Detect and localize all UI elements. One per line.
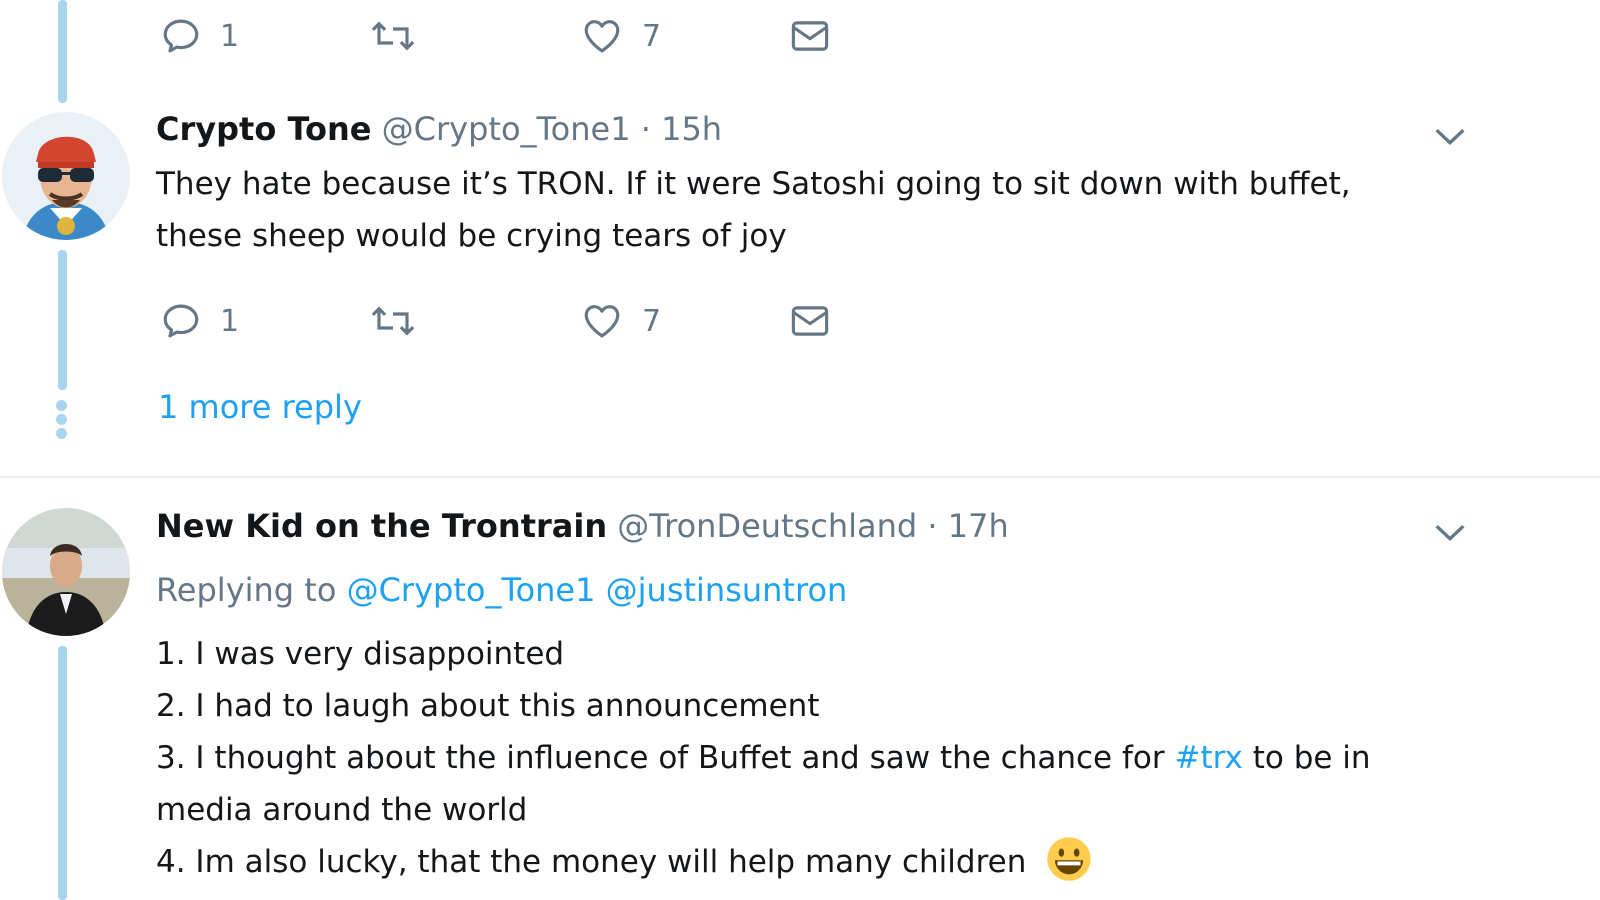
tweet-text-line: these sheep would be crying tears of joy	[156, 218, 787, 254]
replying-to-label: Replying to	[156, 571, 337, 609]
timestamp[interactable]: 15h	[661, 110, 722, 148]
like-count: 7	[642, 18, 662, 54]
hashtag-link[interactable]: #trx	[1174, 740, 1242, 776]
display-name[interactable]: New Kid on the Trontrain	[156, 507, 607, 545]
chevron-down-icon	[1435, 128, 1465, 145]
avatar-sunglasses-cap-icon	[2, 112, 130, 240]
reply-button[interactable]: 1	[160, 6, 239, 66]
like-count: 7	[642, 303, 662, 339]
grinning-face-emoji-icon	[1047, 837, 1091, 881]
retweet-button[interactable]	[370, 6, 416, 66]
avatar[interactable]	[2, 112, 130, 240]
text-segment: 3. I thought about the influence of Buff…	[156, 740, 1165, 776]
reply-button[interactable]: 1	[160, 291, 239, 351]
mention-link[interactable]: @justinsuntron	[606, 571, 848, 609]
more-replies-link[interactable]: 1 more reply	[158, 388, 362, 426]
tweet-text-line: media around the world	[156, 792, 528, 828]
heart-icon	[584, 20, 620, 53]
like-button[interactable]: 7	[580, 291, 661, 351]
tweet-header: New Kid on the Trontrain @TronDeutschlan…	[156, 507, 1009, 545]
tweet-text-line: 2. I had to laugh about this announcemen…	[156, 688, 820, 724]
reply-icon	[163, 19, 199, 53]
tweet-body: 1. I was very disappointed 2. I had to l…	[156, 628, 1456, 888]
tweet-actions: 1 7	[0, 291, 1000, 351]
tweet-menu-button[interactable]	[1430, 512, 1470, 552]
avatar[interactable]	[2, 508, 130, 636]
retweet-icon	[371, 21, 415, 51]
tweet-text-line: They hate because it’s TRON. If it were …	[156, 166, 1351, 202]
tweet-thread-view: 1 7 Crypto Tone @Crypto_Tone1 · 15h They…	[0, 0, 1600, 900]
thread-line-bottom	[58, 646, 67, 900]
direct-message-button[interactable]	[788, 6, 832, 66]
retweet-button[interactable]	[370, 291, 416, 351]
previous-tweet-actions: 1 7	[0, 6, 1000, 66]
more-replies-dots-icon	[56, 400, 70, 442]
avatar-person-photo-icon	[2, 508, 130, 636]
retweet-icon	[371, 306, 415, 336]
heart-icon	[584, 305, 620, 338]
text-segment: to be in	[1252, 740, 1371, 776]
envelope-icon	[791, 21, 829, 51]
tweet-text-line: 3. I thought about the influence of Buff…	[156, 732, 1456, 784]
direct-message-button[interactable]	[788, 291, 832, 351]
user-handle[interactable]: @TronDeutschland	[617, 507, 917, 545]
tweet-text-line: 4. Im also lucky, that the money will he…	[156, 836, 1456, 888]
user-handle[interactable]: @Crypto_Tone1	[382, 110, 631, 148]
replying-to: Replying to @Crypto_Tone1 @justinsuntron	[156, 564, 1456, 616]
mention-link[interactable]: @Crypto_Tone1	[347, 571, 596, 609]
reply-icon	[163, 304, 199, 338]
tweet-menu-button[interactable]	[1430, 116, 1470, 156]
separator: ·	[927, 507, 938, 545]
divider	[0, 476, 1600, 478]
separator: ·	[640, 110, 651, 148]
reply-count: 1	[220, 303, 240, 339]
tweet-body: They hate because it’s TRON. If it were …	[156, 158, 1456, 262]
chevron-down-icon	[1435, 524, 1465, 541]
tweet-header: Crypto Tone @Crypto_Tone1 · 15h	[156, 110, 722, 148]
text-segment: 4. Im also lucky, that the money will he…	[156, 844, 1027, 880]
tweet-text-line: 1. I was very disappointed	[156, 636, 565, 672]
timestamp[interactable]: 17h	[948, 507, 1009, 545]
envelope-icon	[791, 306, 829, 336]
reply-count: 1	[220, 18, 240, 54]
like-button[interactable]: 7	[580, 6, 661, 66]
display-name[interactable]: Crypto Tone	[156, 110, 372, 148]
